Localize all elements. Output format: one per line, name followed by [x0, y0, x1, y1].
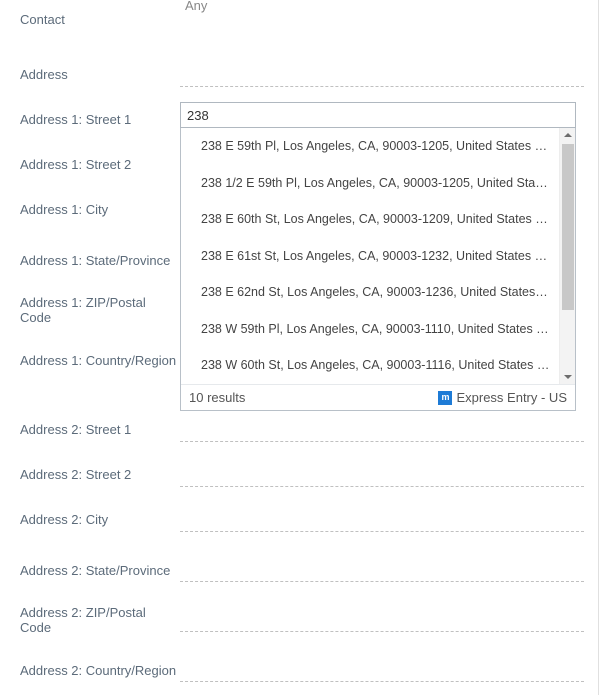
field-value-a2_street1[interactable] — [180, 418, 584, 442]
field-label-a2_state: Address 2: State/Province — [20, 563, 180, 578]
field-row-contact: Contact — [0, 0, 598, 40]
field-value-a2_city[interactable] — [180, 508, 584, 532]
field-row-a2_city: Address 2: City — [0, 500, 598, 540]
field-label-a1_street1: Address 1: Street 1 — [20, 112, 180, 128]
address-suggestions-dropdown: 238 E 59th Pl, Los Angeles, CA, 90003-12… — [180, 128, 576, 411]
field-label-a2_street2: Address 2: Street 2 — [20, 467, 180, 483]
field-label-a1_state: Address 1: State/Province — [20, 253, 180, 268]
suggestion-item[interactable]: 238 E 61st St, Los Angeles, CA, 90003-12… — [201, 244, 575, 268]
field-value-a2_street2[interactable] — [180, 463, 584, 487]
field-label-a2_country: Address 2: Country/Region — [20, 663, 180, 678]
field-label-a2_zip: Address 2: ZIP/Postal Code — [20, 605, 180, 635]
suggestion-item[interactable]: 238 W 60th St, Los Angeles, CA, 90003-11… — [201, 353, 575, 377]
field-label-a1_city: Address 1: City — [20, 202, 180, 218]
field-label-a2_street1: Address 2: Street 1 — [20, 422, 180, 438]
field-label-address: Address — [20, 67, 180, 83]
scroll-down-icon[interactable] — [564, 375, 572, 379]
field-row-a2_street1: Address 2: Street 1 — [0, 410, 598, 450]
field-value-a2_country[interactable] — [180, 658, 584, 682]
field-value-a2_state[interactable] — [180, 558, 584, 582]
suggestion-item[interactable]: 238 W 59th Pl, Los Angeles, CA, 90003-11… — [201, 317, 575, 341]
field-row-a2_zip: Address 2: ZIP/Postal Code — [0, 600, 598, 640]
results-count: 10 results — [189, 390, 438, 405]
suggestion-item[interactable]: 238 1/2 E 59th Pl, Los Angeles, CA, 9000… — [201, 171, 575, 195]
field-row-a2_street2: Address 2: Street 2 — [0, 455, 598, 495]
suggestions-scrollbar[interactable] — [559, 128, 575, 384]
address1-street1-input[interactable] — [180, 102, 576, 128]
field-value-a2_zip[interactable] — [180, 608, 584, 632]
field-label-a1_street2: Address 1: Street 2 — [20, 157, 180, 173]
field-row-a2_state: Address 2: State/Province — [0, 550, 598, 590]
field-row-a2_country: Address 2: Country/Region — [0, 650, 598, 690]
provider-text: Express Entry - US — [456, 390, 567, 405]
field-value-address[interactable] — [180, 63, 584, 87]
suggestion-item[interactable]: 238 E 59th Pl, Los Angeles, CA, 90003-12… — [201, 134, 575, 158]
field-value-contact — [180, 8, 584, 32]
provider-label: m Express Entry - US — [438, 390, 567, 405]
field-label-a2_city: Address 2: City — [20, 512, 180, 528]
field-row-address: Address — [0, 55, 598, 95]
suggestions-footer: 10 results m Express Entry - US — [181, 384, 575, 410]
scroll-up-icon[interactable] — [564, 133, 572, 137]
field-label-a1_zip: Address 1: ZIP/Postal Code — [20, 295, 180, 325]
form-container: Any ContactAddressAddress 1: Street 1Add… — [0, 0, 599, 695]
suggestion-item[interactable]: 238 E 60th St, Los Angeles, CA, 90003-12… — [201, 207, 575, 231]
suggestions-list: 238 E 59th Pl, Los Angeles, CA, 90003-12… — [181, 128, 575, 384]
field-label-contact: Contact — [20, 12, 180, 28]
suggestion-item[interactable]: 238 E 62nd St, Los Angeles, CA, 90003-12… — [201, 280, 575, 304]
scroll-thumb[interactable] — [562, 144, 574, 310]
melissa-icon: m — [438, 391, 452, 405]
field-label-a1_country: Address 1: Country/Region — [20, 353, 180, 368]
